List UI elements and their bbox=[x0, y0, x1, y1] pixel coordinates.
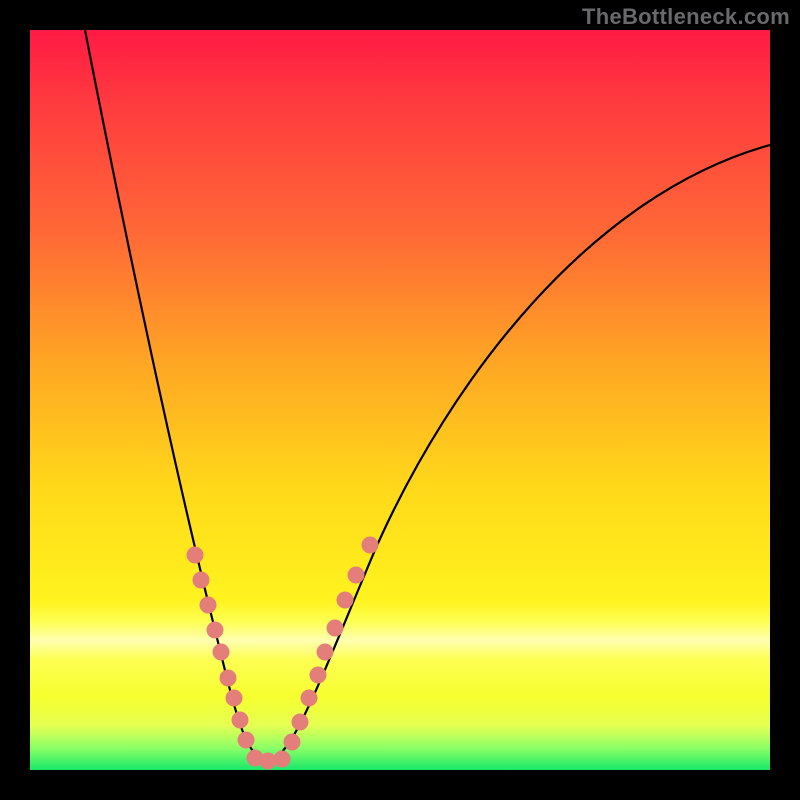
data-dot bbox=[238, 732, 255, 749]
bottleneck-curve bbox=[85, 30, 770, 760]
data-dot bbox=[301, 690, 318, 707]
data-dot bbox=[337, 592, 354, 609]
data-dot bbox=[193, 572, 210, 589]
data-dot bbox=[213, 644, 230, 661]
data-dot bbox=[310, 667, 327, 684]
data-dot bbox=[274, 751, 291, 768]
data-dot bbox=[187, 547, 204, 564]
data-dot bbox=[348, 567, 365, 584]
data-dot bbox=[292, 714, 309, 731]
data-dot bbox=[207, 622, 224, 639]
data-dot bbox=[220, 670, 237, 687]
data-dot bbox=[317, 644, 334, 661]
data-dot bbox=[362, 537, 379, 554]
data-dot bbox=[232, 712, 249, 729]
data-dot bbox=[284, 734, 301, 751]
data-dot bbox=[226, 690, 243, 707]
data-dot bbox=[200, 597, 217, 614]
chart-plot-area bbox=[30, 30, 770, 770]
data-dot bbox=[327, 620, 344, 637]
watermark-text: TheBottleneck.com bbox=[582, 4, 790, 30]
bottleneck-curve-svg bbox=[30, 30, 770, 770]
